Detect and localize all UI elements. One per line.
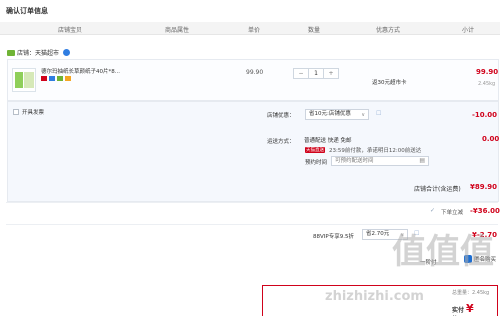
item-weight: 2.45kg <box>478 81 496 87</box>
vip-label: 88VIP专享9.5折 <box>313 234 354 240</box>
item-badges <box>41 76 71 81</box>
column-header-qty: 数量 <box>308 27 321 34</box>
watermark-site: zhizhizhi.com <box>325 289 424 304</box>
tmall-badge-icon <box>41 76 47 81</box>
shipping-promise: 23:59前付款，承诺明日12:00前送达 <box>329 148 422 154</box>
promo-badge-icon <box>65 76 71 81</box>
store-discount-label: 店铺优惠： <box>267 113 295 119</box>
store-total-label: 店铺合计(含运费) <box>414 186 461 193</box>
comment-icon[interactable]: ☐ <box>376 110 381 117</box>
instant-discount-amount: -¥36.00 <box>470 207 500 215</box>
store-total-amount: ¥89.90 <box>470 183 498 191</box>
instant-discount-check-icon[interactable]: ✓ <box>430 207 435 214</box>
qty-minus-button[interactable]: − <box>294 69 309 78</box>
chevron-down-icon: ∨ <box>361 112 365 118</box>
shipping-promise-line: 天猫直送 23:59前付款，承诺明日12:00前送达 <box>305 146 421 154</box>
column-header-item: 店铺宝贝 <box>58 27 83 34</box>
pay-amount: ¥ 51.20 <box>466 302 500 316</box>
unit-price: 99.90 <box>246 69 264 76</box>
column-header-subtotal: 小计 <box>462 27 475 34</box>
item-name[interactable]: 德尔玛抽纸长草颜纸子40片*8... <box>41 67 120 75</box>
discount-method: 返30元超市卡 <box>372 80 407 86</box>
invoice-label: 开具发票 <box>22 110 45 116</box>
column-header-discount: 优惠方式 <box>376 27 401 34</box>
shipping-fee: 0.00 <box>482 135 500 143</box>
column-header-bar: 店铺宝贝 商品属性 单价 数量 优惠方式 小计 <box>0 22 500 35</box>
column-header-price: 单价 <box>248 27 261 34</box>
item-subtotal: 99.90 <box>476 68 499 76</box>
store-discount-selected: 省10元:店铺优惠 <box>309 111 351 117</box>
item-row <box>7 59 499 101</box>
total-weight: 总重量：2.45kg <box>452 290 490 296</box>
pay-amount-line: 实付款： ¥ 51.20 <box>452 302 500 316</box>
store-discount-amount: -10.00 <box>472 111 498 119</box>
invoice-checkbox[interactable] <box>13 109 19 115</box>
wangwang-chat-icon[interactable] <box>63 49 71 56</box>
appoint-time-label: 预约时间 <box>305 160 328 166</box>
pay-label: 实付款： <box>452 307 465 314</box>
watermark-logo: 值值值 <box>392 232 494 272</box>
appoint-time-input[interactable]: 可预约配送时间 ▤ <box>331 156 429 166</box>
tmall-direct-badge: 天猫直送 <box>305 147 325 153</box>
instant-discount-label: 下单立减 <box>441 210 464 216</box>
qty-value[interactable]: 1 <box>309 69 324 78</box>
shipping-method: 普通配送 快递 免邮 <box>304 138 352 144</box>
shipping-label: 运送方式： <box>267 139 295 145</box>
guarantee-badge-icon <box>49 76 55 81</box>
invoice-option[interactable]: 开具发票 <box>13 108 44 116</box>
qty-plus-button[interactable]: + <box>324 69 338 78</box>
store-line: 店铺：天猫超市 <box>7 48 71 57</box>
store-icon <box>7 49 15 56</box>
item-thumbnail[interactable] <box>12 68 36 92</box>
calendar-icon[interactable]: ▤ <box>419 157 425 165</box>
store-discount-select[interactable]: 省10元:店铺优惠 ∨ <box>305 109 369 120</box>
store-name[interactable]: 店铺：天猫超市 <box>17 48 59 57</box>
divider <box>6 202 498 203</box>
quantity-stepper[interactable]: − 1 + <box>293 68 339 79</box>
column-header-attr: 商品属性 <box>165 27 190 34</box>
page-title: 确认订单信息 <box>6 7 48 15</box>
service-badge-icon <box>57 76 63 81</box>
vip-selected: 省2.70元 <box>366 231 390 237</box>
appoint-time-placeholder: 可预约配送时间 <box>335 158 374 164</box>
